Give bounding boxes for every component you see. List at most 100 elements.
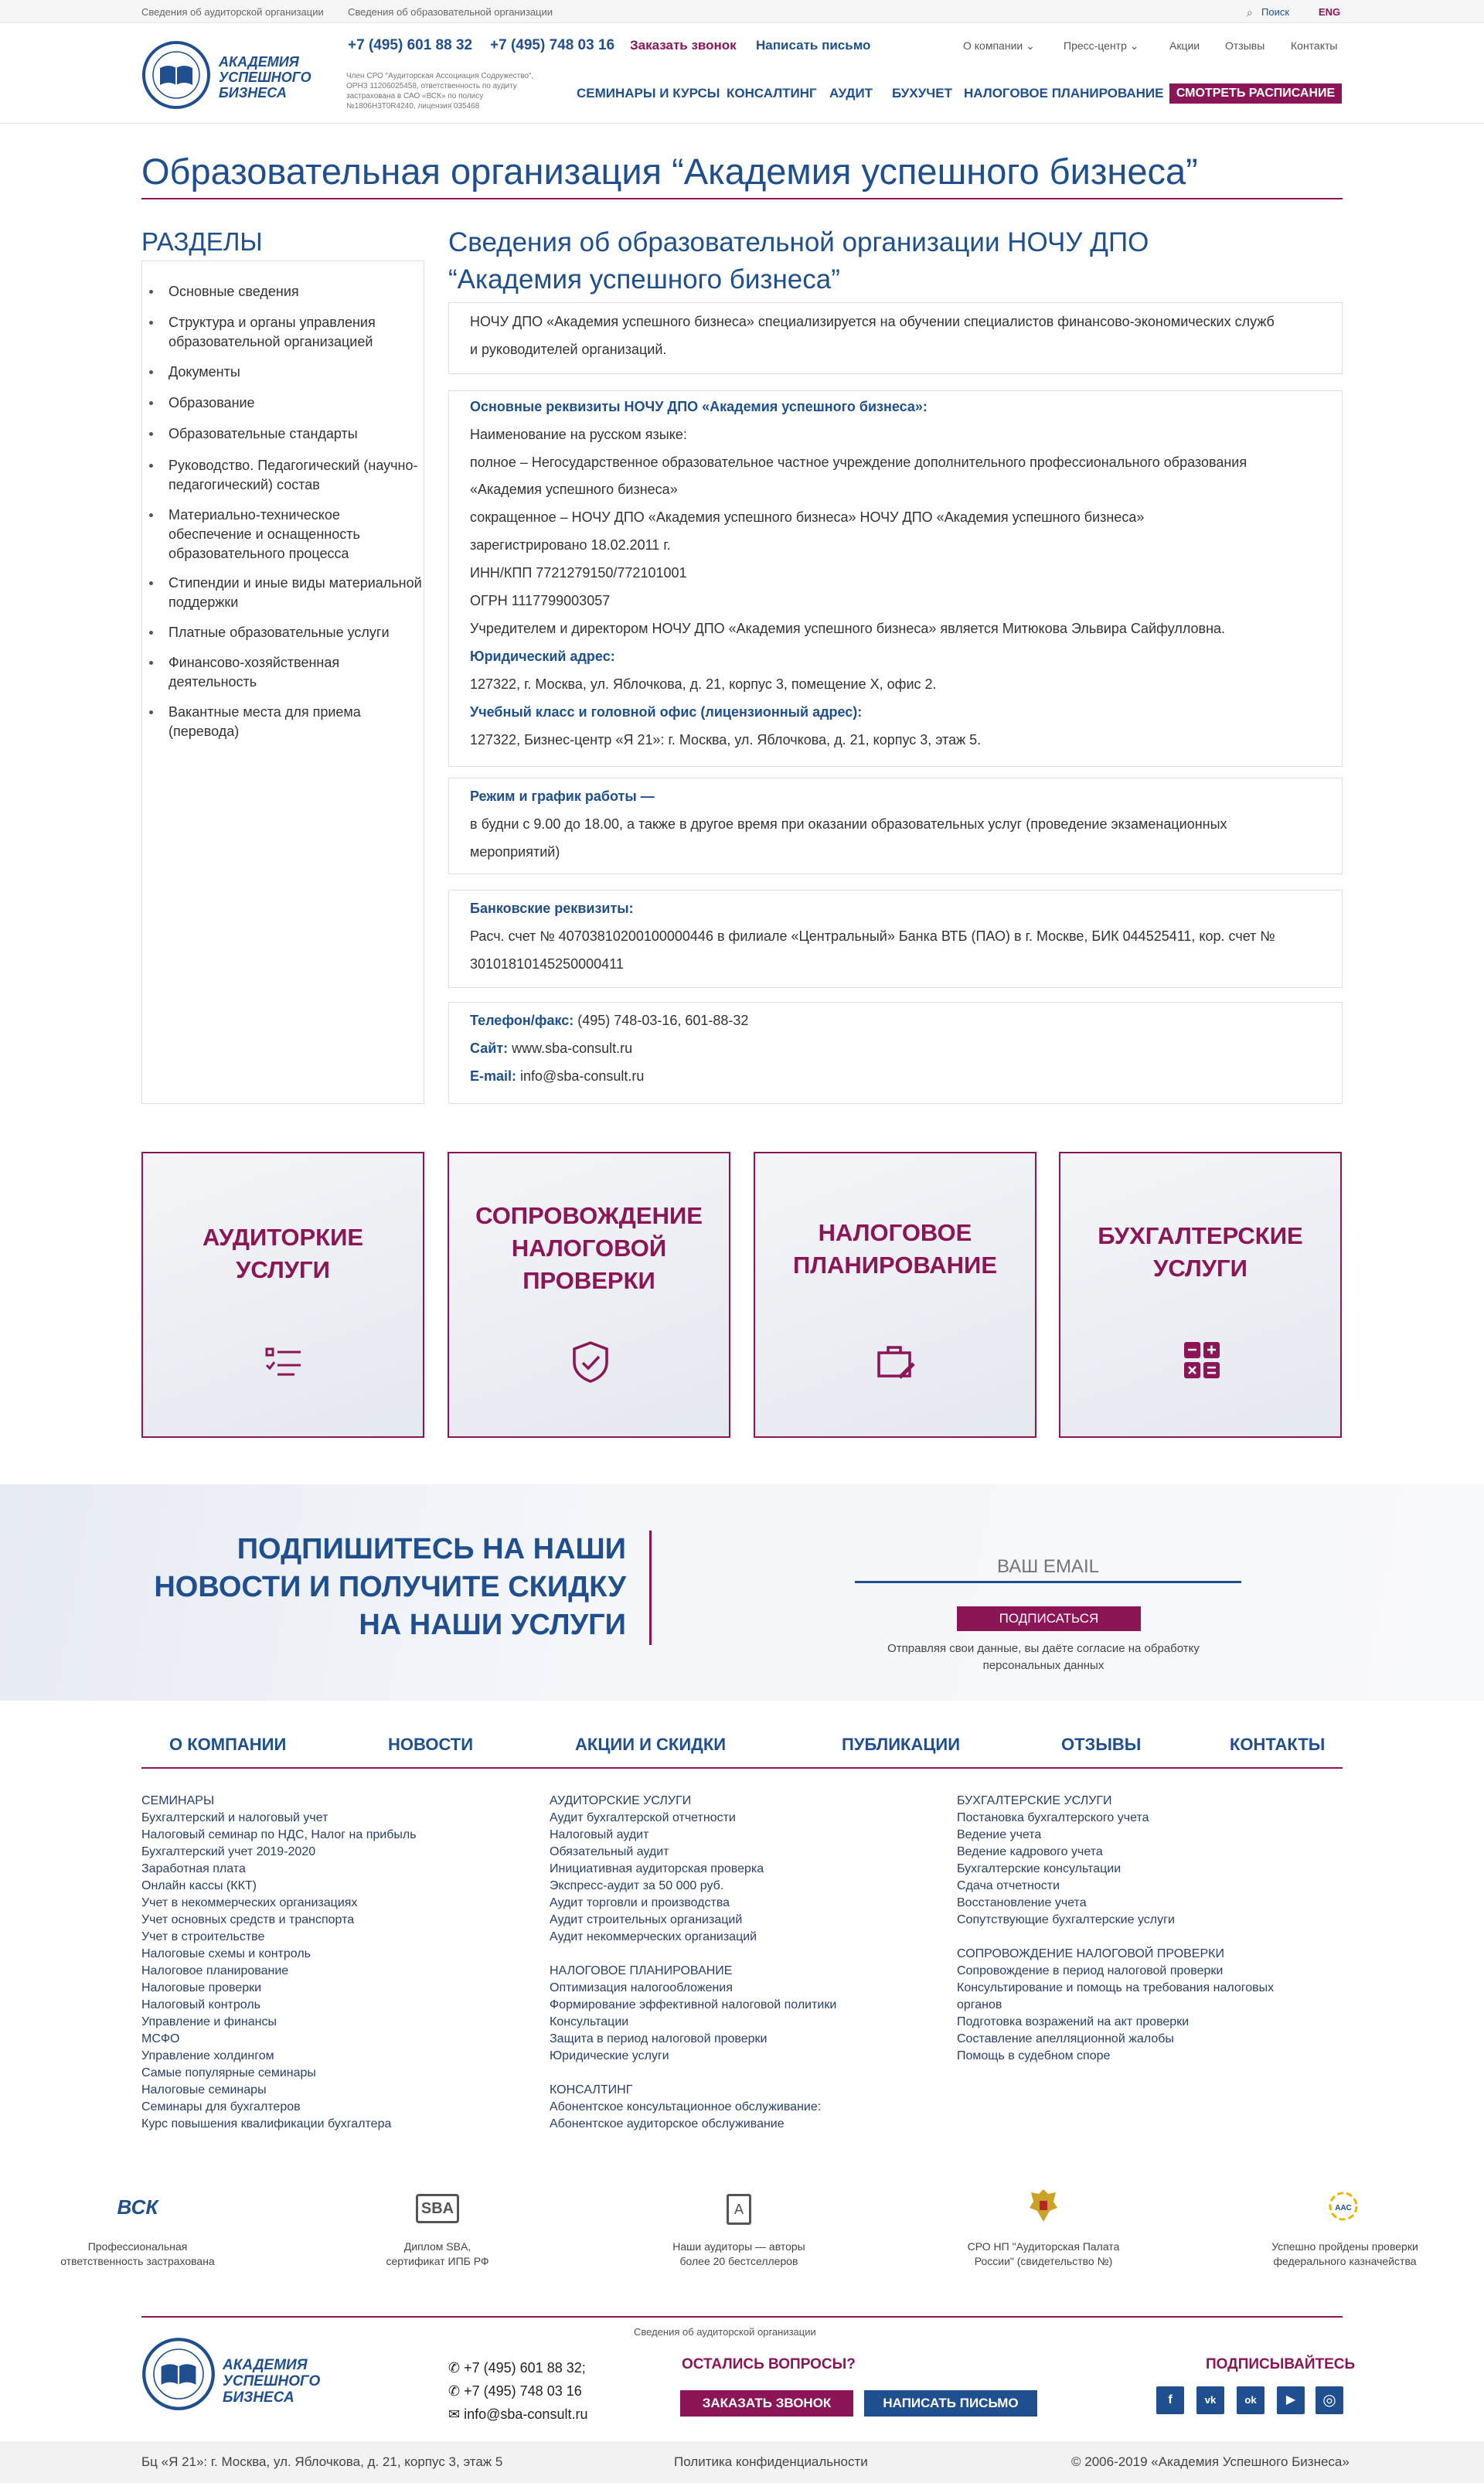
footer-link[interactable]: Защита в период налоговой проверки <box>550 2031 836 2048</box>
nav-about[interactable]: О компании ⌄ <box>963 39 1035 53</box>
footer-link[interactable]: Заработная плата <box>141 1861 417 1878</box>
card-accounting-services[interactable]: БУХГАЛТЕРСКИЕ УСЛУГИ <box>1059 1152 1342 1438</box>
subscribe-button[interactable]: ПОДПИСАТЬСЯ <box>957 1606 1141 1631</box>
footer-link[interactable]: Учет основных средств и транспорта <box>141 1912 417 1929</box>
sidebar-item[interactable]: Стипендии и иные виды материальной подде… <box>168 574 424 612</box>
footer-link[interactable]: Аудит торговли и производства <box>550 1895 836 1912</box>
footer-logo[interactable]: АКАДЕМИЯ УСПЕШНОГО БИЗНЕСА <box>141 2337 327 2414</box>
footer-link[interactable]: Восстановление учета <box>957 1895 1274 1912</box>
footer-mail-button[interactable]: НАПИСАТЬ ПИСЬМО <box>864 2390 1037 2417</box>
footer-link[interactable]: Обязательный аудит <box>550 1844 836 1861</box>
odnoklassniki-icon[interactable]: ok <box>1237 2386 1264 2414</box>
footer-nav-contacts[interactable]: КОНТАКТЫ <box>1230 1735 1325 1755</box>
footer-link[interactable]: Налоговый семинар по НДС, Налог на прибы… <box>141 1827 417 1844</box>
email-field[interactable] <box>855 1552 1241 1583</box>
footer-link[interactable]: Сдача отчетности <box>957 1878 1274 1895</box>
footer-link[interactable]: Постановка бухгалтерского учета <box>957 1810 1274 1827</box>
write-letter-link[interactable]: Написать письмо <box>756 38 870 53</box>
footer-link[interactable]: Аудит бухгалтерской отчетности <box>550 1810 836 1827</box>
footer-link[interactable]: Налоговые схемы и контроль <box>141 1946 417 1963</box>
footer-nav-publications[interactable]: ПУБЛИКАЦИИ <box>842 1735 960 1755</box>
footer-phone-1[interactable]: ✆ +7 (495) 601 88 32; <box>448 2356 587 2379</box>
footer-link[interactable]: Консультирование и помощь на требования … <box>957 1980 1274 1997</box>
footer-column-heading[interactable]: МСФО <box>141 2031 417 2048</box>
footer-link[interactable]: Управление холдингом <box>141 2048 417 2065</box>
sidebar-item[interactable]: Платные образовательные услуги <box>168 623 424 642</box>
footer-link[interactable]: Сопутствующие бухгалтерские услуги <box>957 1912 1274 1929</box>
footer-link[interactable]: Подготовка возражений на акт проверки <box>957 2014 1274 2031</box>
privacy-policy-link[interactable]: Политика конфиденциальности <box>674 2454 868 2470</box>
footer-link[interactable]: Аудит некоммерческих организаций <box>550 1929 836 1946</box>
footer-link[interactable]: Абонентское аудиторское обслуживание <box>550 2116 836 2133</box>
footer-link[interactable]: Онлайн кассы (ККТ) <box>141 1878 417 1895</box>
footer-link[interactable]: Помощь в судебном споре <box>957 2048 1274 2065</box>
nav-tax-planning[interactable]: НАЛОГОВОЕ ПЛАНИРОВАНИЕ <box>964 86 1164 101</box>
footer-column-heading[interactable]: АУДИТОРСКИЕ УСЛУГИ <box>550 1793 836 1810</box>
footer-phone-2[interactable]: ✆ +7 (495) 748 03 16 <box>448 2379 587 2403</box>
footer-link[interactable]: Налоговый аудит <box>550 1827 836 1844</box>
sidebar-item[interactable]: Образование <box>168 393 424 413</box>
card-tax-planning[interactable]: НАЛОГОВОЕ ПЛАНИРОВАНИЕ <box>754 1152 1036 1438</box>
lang-switch[interactable]: ENG <box>1319 6 1340 18</box>
sidebar-item[interactable]: Документы <box>168 363 424 382</box>
sidebar-item[interactable]: Структура и органы управления образовате… <box>168 313 424 352</box>
footer-link[interactable]: Аудит строительных организаций <box>550 1912 836 1929</box>
order-call-link[interactable]: Заказать звонок <box>630 38 737 53</box>
footer-nav-reviews[interactable]: ОТЗЫВЫ <box>1061 1735 1141 1755</box>
footer-link[interactable]: органов <box>957 1997 1274 2014</box>
view-schedule-button[interactable]: СМОТРЕТЬ РАСПИСАНИЕ <box>1169 83 1342 104</box>
footer-link[interactable]: Налоговый контроль <box>141 1997 417 2014</box>
footer-link[interactable]: Оптимизация налогообложения <box>550 1980 836 1997</box>
sidebar-item[interactable]: Финансово-хозяйственная деятельность <box>168 653 424 692</box>
footer-nav-news[interactable]: НОВОСТИ <box>388 1735 473 1755</box>
footer-link[interactable]: Учет в некоммерческих организациях <box>141 1895 417 1912</box>
card-tax-audit-support[interactable]: СОПРОВОЖДЕНИЕ НАЛОГОВОЙ ПРОВЕРКИ <box>448 1152 730 1438</box>
footer-link[interactable]: Самые популярные семинары <box>141 2065 417 2082</box>
youtube-icon[interactable]: ▶ <box>1277 2386 1305 2414</box>
site-link[interactable]: www.sba-consult.ru <box>512 1041 632 1056</box>
search-icon[interactable]: ⌕ <box>1247 6 1253 19</box>
nav-audit[interactable]: АУДИТ <box>829 86 873 101</box>
footer-link[interactable]: Консультации <box>550 2014 836 2031</box>
email-link[interactable]: info@sba-consult.ru <box>520 1068 644 1084</box>
header-phone-2[interactable]: +7 (495) 748 03 16 <box>490 37 614 54</box>
footer-link[interactable]: Учет в строительстве <box>141 1929 417 1946</box>
footer-link[interactable]: Бухгалтерский и налоговый учет <box>141 1810 417 1827</box>
footer-link[interactable]: Семинары для бухгалтеров <box>141 2099 417 2116</box>
header-phone-1[interactable]: +7 (495) 601 88 32 <box>348 37 472 54</box>
footer-email[interactable]: ✉ info@sba-consult.ru <box>448 2403 587 2426</box>
instagram-icon[interactable]: ◎ <box>1316 2386 1343 2414</box>
footer-nav-promo[interactable]: АКЦИИ И СКИДКИ <box>575 1735 726 1755</box>
footer-link[interactable]: Инициативная аудиторская проверка <box>550 1861 836 1878</box>
footer-link[interactable]: Налоговые проверки <box>141 1980 417 1997</box>
footer-link[interactable]: Юридические услуги <box>550 2048 836 2065</box>
footer-link[interactable]: Экспресс-аудит за 50 000 руб. <box>550 1878 836 1895</box>
footer-link[interactable]: Управление и финансы <box>141 2014 417 2031</box>
footer-link[interactable]: Курс повышения квалификации бухгалтера <box>141 2116 417 2133</box>
footer-link[interactable]: Абонентское консультационное обслуживани… <box>550 2099 836 2116</box>
footer-nav-about[interactable]: О КОМПАНИИ <box>169 1735 286 1755</box>
nav-contacts[interactable]: Контакты <box>1291 39 1337 52</box>
footer-audit-info-link[interactable]: Сведения об аудиторской организации <box>634 2326 816 2338</box>
footer-column-heading[interactable]: СЕМИНАРЫ <box>141 1793 417 1810</box>
footer-link[interactable]: Ведение кадрового учета <box>957 1844 1274 1861</box>
sidebar-item[interactable]: Образовательные стандарты <box>168 424 424 444</box>
footer-link[interactable]: Налоговые семинары <box>141 2082 417 2099</box>
vk-icon[interactable]: vk <box>1196 2386 1224 2414</box>
footer-link[interactable]: Сопровождение в период налоговой проверк… <box>957 1963 1274 1980</box>
sidebar-item[interactable]: Руководство. Педагогический (научно-педа… <box>168 456 424 495</box>
sidebar-item[interactable]: Вакантные места для приема (перевода) <box>168 703 424 741</box>
footer-link[interactable]: Налоговое планирование <box>141 1963 417 1980</box>
nav-press[interactable]: Пресс-центр ⌄ <box>1064 39 1139 53</box>
nav-bookkeeping[interactable]: БУХУЧЕТ <box>892 86 952 101</box>
nav-reviews[interactable]: Отзывы <box>1225 39 1264 52</box>
logo[interactable]: АКАДЕМИЯ УСПЕШНОГО БИЗНЕСА <box>141 37 327 114</box>
audit-info-link[interactable]: Сведения об аудиторской организации <box>141 6 324 18</box>
facebook-icon[interactable]: f <box>1156 2386 1184 2414</box>
footer-column-heading[interactable]: СОПРОВОЖДЕНИЕ НАЛОГОВОЙ ПРОВЕРКИ <box>957 1946 1274 1963</box>
footer-link[interactable]: Ведение учета <box>957 1827 1274 1844</box>
footer-link[interactable]: Формирование эффективной налоговой полит… <box>550 1997 836 2014</box>
footer-link[interactable]: Составление апелляционной жалобы <box>957 2031 1274 2048</box>
footer-column-heading[interactable]: БУХГАЛТЕРСКИЕ УСЛУГИ <box>957 1793 1274 1810</box>
footer-link[interactable]: Бухгалтерские консультации <box>957 1861 1274 1878</box>
